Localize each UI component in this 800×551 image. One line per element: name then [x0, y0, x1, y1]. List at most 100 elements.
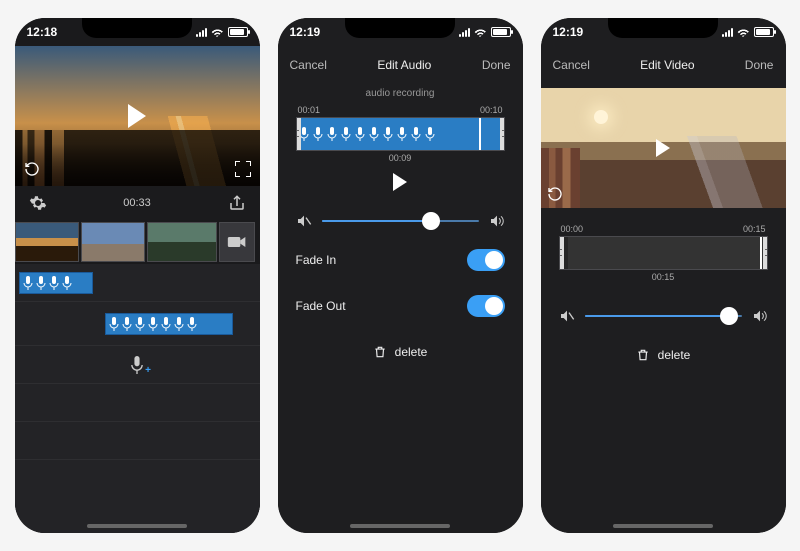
- status-time: 12:19: [553, 25, 584, 39]
- home-indicator[interactable]: [87, 524, 187, 528]
- fade-in-toggle[interactable]: [467, 249, 505, 271]
- video-trimmer[interactable]: 00:00 00:15 00:15: [541, 222, 786, 282]
- cancel-button[interactable]: Cancel: [553, 58, 590, 72]
- cell-signal-icon: [722, 27, 733, 37]
- battery-icon: [228, 27, 248, 37]
- slider-thumb[interactable]: [720, 307, 738, 325]
- wifi-icon: [737, 27, 750, 37]
- home-indicator[interactable]: [350, 524, 450, 528]
- wifi-icon: [474, 27, 487, 37]
- delete-label: delete: [395, 345, 428, 359]
- cancel-button[interactable]: Cancel: [290, 58, 327, 72]
- mic-icons: [23, 276, 72, 290]
- phone-edit-video: 12:19 Cancel Edit Video Done 00:00: [541, 18, 786, 533]
- preview-skyline: [15, 130, 260, 186]
- mic-icon: [109, 317, 119, 331]
- status-time: 12:18: [27, 25, 58, 39]
- preview-road: [614, 136, 786, 208]
- playhead[interactable]: [760, 236, 762, 270]
- share-icon: [228, 194, 246, 212]
- home-indicator[interactable]: [613, 524, 713, 528]
- slider-thumb[interactable]: [422, 212, 440, 230]
- trim-handle-right[interactable]: [500, 117, 505, 151]
- trim-track[interactable]: [296, 117, 505, 151]
- playhead-time-label: 00:09: [296, 151, 505, 163]
- trim-start-label: 00:01: [298, 105, 321, 115]
- video-clip[interactable]: [81, 222, 145, 262]
- preview-sun: [594, 110, 608, 124]
- video-clip[interactable]: [147, 222, 217, 262]
- audio-clip-label: voice recording: [20, 293, 74, 294]
- mic-icon: [397, 127, 407, 141]
- trim-handle-left[interactable]: [296, 117, 301, 151]
- volume-max-button[interactable]: [489, 213, 505, 229]
- volume-max-button[interactable]: [752, 308, 768, 324]
- done-button[interactable]: Done: [482, 58, 511, 72]
- add-audio-track: +: [15, 346, 260, 384]
- trim-handle-left[interactable]: [559, 236, 564, 270]
- video-track[interactable]: +: [15, 220, 260, 264]
- play-icon[interactable]: [128, 104, 146, 128]
- volume-slider-row: [278, 205, 523, 237]
- trash-icon: [373, 345, 387, 359]
- timecode-label: 00:33: [123, 197, 151, 209]
- timeline[interactable]: + voice recording: [15, 220, 260, 533]
- cell-signal-icon: [459, 27, 470, 37]
- slider-fill: [322, 220, 432, 222]
- trim-times: 00:00 00:15: [559, 224, 768, 236]
- battery-icon: [491, 27, 511, 37]
- video-preview[interactable]: [541, 88, 786, 208]
- mic-icon: [355, 127, 365, 141]
- phone-edit-audio: 12:19 Cancel Edit Audio Done audio recor…: [278, 18, 523, 533]
- audio-clip[interactable]: voice recording: [105, 313, 233, 335]
- loop-button[interactable]: [547, 186, 563, 202]
- mic-icons: [109, 317, 197, 331]
- playhead-time-label: 00:15: [559, 270, 768, 282]
- fade-in-row: Fade In: [278, 237, 523, 283]
- fullscreen-button[interactable]: [232, 158, 254, 180]
- add-audio-button[interactable]: +: [130, 356, 144, 374]
- share-button[interactable]: [228, 194, 246, 212]
- trim-end-label: 00:10: [480, 105, 503, 115]
- play-button[interactable]: [393, 173, 407, 191]
- volume-slider[interactable]: [322, 220, 479, 222]
- mic-icon: [425, 127, 435, 141]
- trim-end-label: 00:15: [743, 224, 766, 234]
- trim-handle-right[interactable]: [763, 236, 768, 270]
- audio-clip[interactable]: voice recording: [19, 272, 93, 294]
- settings-button[interactable]: [29, 194, 47, 212]
- edit-audio-screen: 12:19 Cancel Edit Audio Done audio recor…: [278, 18, 523, 533]
- fade-out-label: Fade Out: [296, 299, 346, 313]
- loop-button[interactable]: [21, 158, 43, 180]
- delete-button[interactable]: delete: [541, 332, 786, 378]
- fade-in-label: Fade In: [296, 253, 337, 267]
- volume-slider[interactable]: [585, 315, 742, 317]
- audio-track-2[interactable]: voice recording: [15, 302, 260, 346]
- notch: [608, 18, 718, 38]
- trim-track[interactable]: [559, 236, 768, 270]
- plus-icon: +: [145, 365, 151, 376]
- add-video-button[interactable]: +: [219, 222, 255, 262]
- playhead[interactable]: [479, 117, 481, 151]
- edit-video-screen: 12:19 Cancel Edit Video Done 00:00: [541, 18, 786, 533]
- mic-icon: [187, 317, 197, 331]
- video-preview[interactable]: [15, 46, 260, 186]
- video-clip[interactable]: [15, 222, 79, 262]
- mic-icon: [23, 276, 33, 290]
- audio-trimmer[interactable]: 00:01 00:10 00:09: [278, 103, 523, 163]
- empty-track: [15, 422, 260, 460]
- done-button[interactable]: Done: [745, 58, 774, 72]
- fade-out-toggle[interactable]: [467, 295, 505, 317]
- mic-icon: [383, 127, 393, 141]
- mic-icon: [327, 127, 337, 141]
- mute-button[interactable]: [559, 308, 575, 324]
- mic-icon: [174, 317, 184, 331]
- play-icon[interactable]: [656, 139, 670, 157]
- audio-track-1[interactable]: voice recording: [15, 264, 260, 302]
- delete-button[interactable]: delete: [278, 329, 523, 375]
- loop-icon: [547, 186, 563, 202]
- trim-times: 00:01 00:10: [296, 105, 505, 117]
- mute-button[interactable]: [296, 213, 312, 229]
- notch: [345, 18, 455, 38]
- speaker-loud-icon: [752, 308, 768, 324]
